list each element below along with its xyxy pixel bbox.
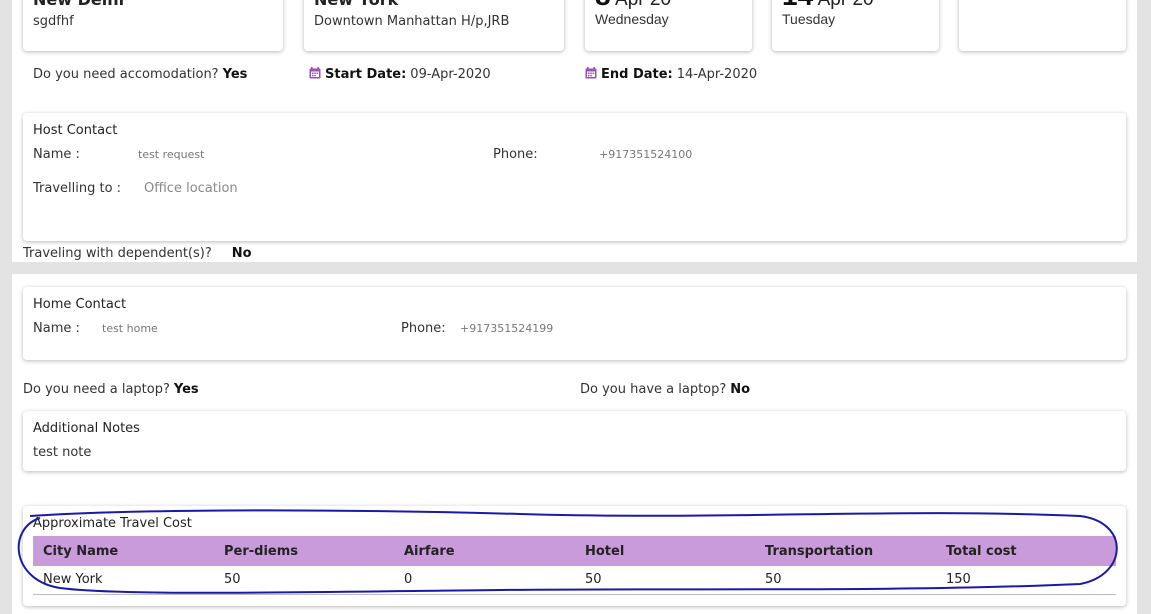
- start-month: Apr 20: [615, 0, 671, 10]
- home-phone-value: +917351524199: [460, 322, 554, 335]
- travel-cost-title: Approximate Travel Cost: [33, 516, 192, 531]
- host-contact-title: Host Contact: [33, 123, 118, 138]
- travelling-to-value: Office location: [144, 181, 238, 196]
- start-date-label: Start Date:: [325, 67, 407, 82]
- cell-airfare: 0: [394, 566, 575, 595]
- dependents-row: Traveling with dependent(s)? No: [23, 246, 252, 261]
- table-row: New York 50 0 50 50 150: [33, 566, 1116, 595]
- calendar-icon: [309, 67, 321, 79]
- home-name-value: test home: [102, 322, 158, 335]
- page-frame-right: [1137, 0, 1151, 614]
- laptop-have-answer: No: [730, 382, 751, 397]
- section-divider: [0, 262, 1151, 274]
- end-weekday: Tuesday: [782, 11, 836, 27]
- travel-cost-table: City Name Per-diems Airfare Hotel Transp…: [33, 536, 1116, 595]
- origin-card: New Delhi sgdfhf: [23, 0, 283, 51]
- host-name-label: Name :: [33, 147, 80, 162]
- laptop-need-question: Do you need a laptop?: [23, 382, 170, 397]
- table-header-row: City Name Per-diems Airfare Hotel Transp…: [33, 536, 1116, 566]
- destination-subtitle: Downtown Manhattan H/p,JRB: [314, 14, 510, 29]
- col-per-diems: Per-diems: [214, 536, 394, 566]
- cell-hotel: 50: [575, 566, 755, 595]
- col-hotel: Hotel: [575, 536, 755, 566]
- cell-total-cost: 150: [936, 566, 1116, 595]
- page-frame-left: [0, 0, 12, 614]
- notes-text: test note: [33, 445, 92, 460]
- home-contact-title: Home Contact: [33, 297, 127, 312]
- calendar-icon: [585, 67, 597, 79]
- end-date-value: 14-Apr-2020: [676, 67, 758, 82]
- laptop-have-question: Do you have a laptop?: [580, 382, 727, 397]
- host-contact-card: Host Contact Name : test request Phone: …: [23, 113, 1126, 241]
- accommodation-answer: Yes: [222, 67, 248, 82]
- accommodation-question: Do you need accomodation?: [33, 67, 219, 82]
- additional-notes-card: Additional Notes test note: [23, 411, 1126, 471]
- laptop-have-row: Do you have a laptop? No: [580, 382, 750, 397]
- origin-city: New Delhi: [33, 0, 124, 8]
- home-phone-label: Phone:: [401, 321, 446, 336]
- host-phone-value: +917351524100: [599, 148, 693, 161]
- origin-subtitle: sgdfhf: [33, 14, 74, 29]
- laptop-need-answer: Yes: [173, 382, 199, 397]
- col-airfare: Airfare: [394, 536, 575, 566]
- end-date-label: End Date:: [601, 67, 673, 82]
- destination-city: New York: [314, 0, 398, 8]
- start-date-card: 8 Apr 20 Wednesday: [585, 0, 752, 51]
- end-date-row: End Date: 14-Apr-2020: [585, 67, 757, 82]
- laptop-need-row: Do you need a laptop? Yes: [23, 382, 199, 397]
- cell-city: New York: [33, 566, 214, 595]
- dependents-question: Traveling with dependent(s)?: [23, 246, 212, 261]
- start-date-value: 09-Apr-2020: [410, 67, 491, 82]
- travelling-to-label: Travelling to :: [33, 181, 122, 196]
- col-total-cost: Total cost: [936, 536, 1116, 566]
- start-day-number: 8: [595, 0, 611, 11]
- accommodation-row: Do you need accomodation? Yes: [33, 67, 247, 82]
- destination-card: New York Downtown Manhattan H/p,JRB: [304, 0, 564, 51]
- start-date-row: Start Date: 09-Apr-2020: [309, 67, 491, 82]
- host-phone-label: Phone:: [493, 147, 538, 162]
- cell-transportation: 50: [755, 566, 936, 595]
- col-transportation: Transportation: [755, 536, 936, 566]
- home-name-label: Name :: [33, 321, 80, 336]
- host-name-value: test request: [138, 148, 205, 161]
- cell-per-diems: 50: [214, 566, 394, 595]
- col-city-name: City Name: [33, 536, 214, 566]
- end-date-card: 14 Apr 20 Tuesday: [772, 0, 939, 51]
- dependents-answer: No: [231, 246, 252, 261]
- extra-card: [959, 0, 1126, 51]
- end-month: Apr 20: [818, 0, 874, 10]
- notes-title: Additional Notes: [33, 421, 140, 436]
- end-day-number: 14: [782, 0, 813, 11]
- home-contact-card: Home Contact Name : test home Phone: +91…: [23, 287, 1126, 360]
- start-weekday: Wednesday: [595, 11, 669, 27]
